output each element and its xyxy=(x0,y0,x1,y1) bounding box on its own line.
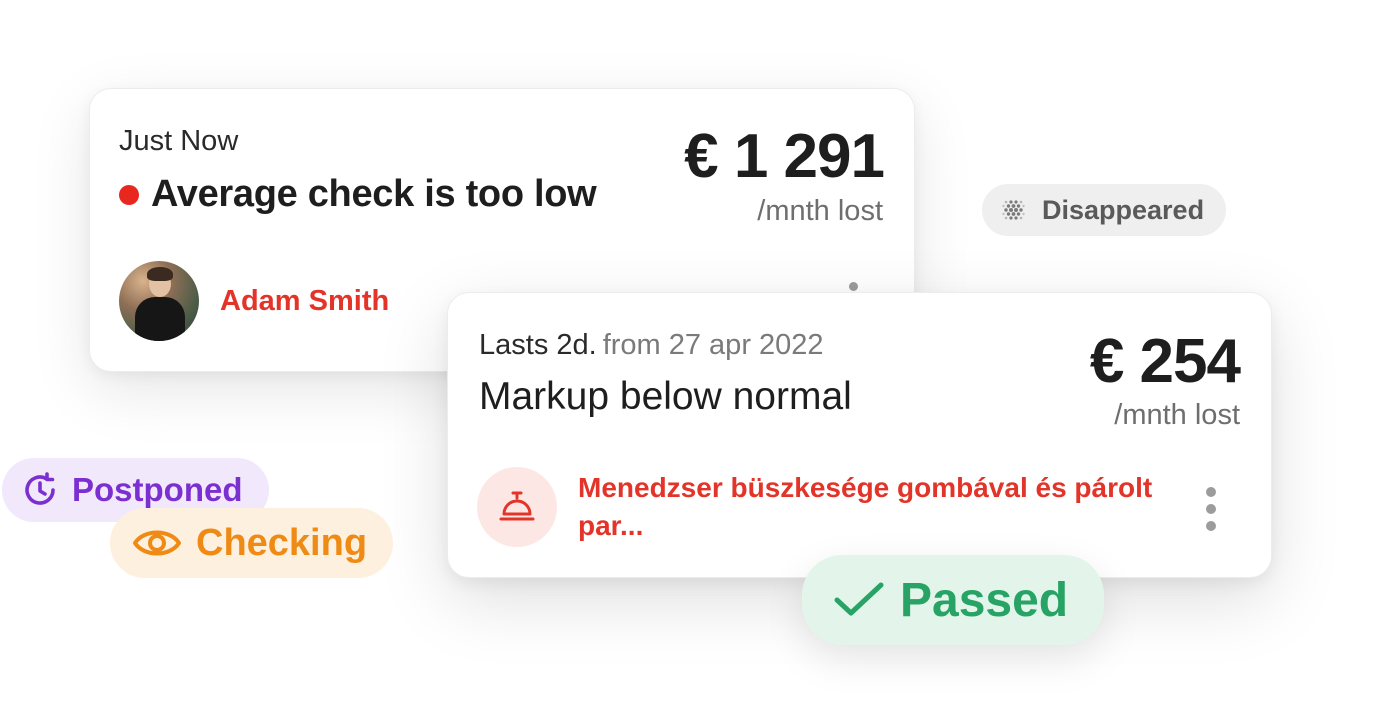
clock-refresh-icon xyxy=(22,472,58,508)
status-badge-checking: Checking xyxy=(110,508,394,578)
kebab-menu-icon[interactable] xyxy=(1203,487,1219,531)
lost-amount: € 1 291 xyxy=(684,122,885,191)
alert-title: Average check is too low xyxy=(151,173,597,215)
status-badge-disappeared: Disappeared xyxy=(982,184,1227,236)
stage: Just Now Average check is too low € 1 29… xyxy=(0,0,1376,727)
status-label: Checking xyxy=(196,521,368,564)
eye-icon xyxy=(132,526,182,560)
status-label: Postponed xyxy=(72,471,243,508)
status-badge-passed: Passed xyxy=(802,555,1105,645)
lost-amount-unit: /mnth lost xyxy=(757,195,883,227)
alert-duration-row: Lasts 2d. from 27 apr 2022 xyxy=(479,329,824,362)
avatar xyxy=(119,261,199,341)
lost-amount: € 254 xyxy=(1089,327,1241,396)
alert-start-date: from 27 apr 2022 xyxy=(602,329,824,361)
status-label: Disappeared xyxy=(1042,194,1205,225)
alert-title-row: Average check is too low xyxy=(119,173,597,216)
alert-duration: Lasts 2d. xyxy=(479,329,597,361)
alert-card-markup[interactable]: Lasts 2d. from 27 apr 2022 Markup below n… xyxy=(447,292,1272,578)
person-name[interactable]: Adam Smith xyxy=(220,285,389,318)
alert-time: Just Now xyxy=(119,125,239,157)
dish-name[interactable]: Menedzser büszkesége gombával és párolt … xyxy=(578,469,1158,545)
lost-amount-unit: /mnth lost xyxy=(1114,399,1240,431)
dots-fade-icon xyxy=(1000,196,1028,224)
kebab-menu-icon[interactable] xyxy=(849,282,858,291)
checkmark-icon xyxy=(832,580,886,620)
status-dot xyxy=(119,184,139,205)
cloche-icon xyxy=(477,467,557,547)
status-label: Passed xyxy=(900,573,1069,627)
alert-title: Markup below normal xyxy=(479,375,852,418)
